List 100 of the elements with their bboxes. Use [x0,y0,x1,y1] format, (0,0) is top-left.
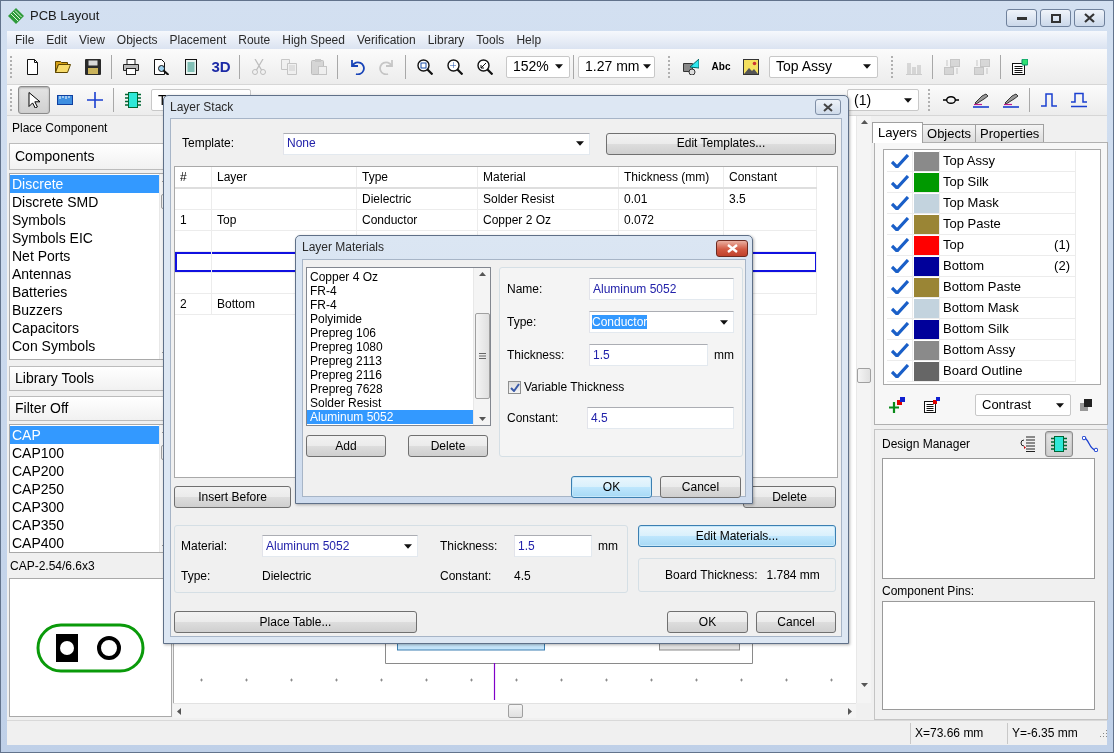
checkmark-icon [890,196,909,210]
list-item[interactable]: Prepreg 1080 [307,340,473,354]
column-header[interactable]: # [175,167,212,187]
add-button[interactable]: Add [306,435,386,457]
menu-item[interactable]: File [9,32,41,48]
scrollbar-thumb[interactable] [508,704,523,718]
scrollbar-thumb[interactable] [474,313,490,399]
scroll-up-icon[interactable] [478,272,486,276]
menu-item[interactable]: Placement [163,32,233,48]
scroll-right-icon[interactable] [848,707,852,715]
resize-grip-icon[interactable] [1100,729,1107,737]
delete-button[interactable]: Delete [743,486,836,508]
scroll-left-icon[interactable] [177,707,181,715]
caret-down-icon [1056,402,1064,408]
template-dropdown[interactable]: None [283,132,590,155]
field-label: Board Thickness: [665,567,758,583]
menu-item[interactable]: Edit [40,32,74,48]
thickness-input[interactable]: 1.5 [514,535,592,557]
minimize-button[interactable] [1006,9,1037,27]
column-header[interactable]: Layer [212,167,357,187]
layer-properties-icon[interactable] [924,397,940,413]
list-item[interactable]: Copper 4 Oz [307,270,473,284]
list-item[interactable]: Solder Resist [307,396,473,410]
list-item[interactable]: Discrete SMD [10,193,159,211]
column-header[interactable]: Constant [724,167,817,187]
tab[interactable]: Layers [872,122,924,143]
select-button[interactable] [18,86,50,114]
maximize-button[interactable] [1040,9,1071,27]
list-item[interactable]: Prepreg 7628 [307,382,473,396]
list-item[interactable]: Capacitors [10,319,159,337]
insert-before-button[interactable]: Insert Before [174,486,291,508]
scroll-down-icon[interactable] [478,417,486,421]
dropdown[interactable]: 1.27 mm [578,55,655,78]
edit-templates-button[interactable]: Edit Templates... [606,132,836,155]
scroll-down-icon[interactable] [860,683,868,687]
close-button[interactable] [716,240,748,257]
dropdown[interactable]: 152% [506,55,570,78]
name-input[interactable]: Aluminum 5052 [589,278,734,300]
list-item[interactable]: Prepreg 2116 [307,368,473,382]
dropdown[interactable]: Top Assy [769,55,878,78]
list-item[interactable]: Batteries [10,283,159,301]
delete-button[interactable]: Delete [408,435,488,457]
close-button[interactable] [1074,9,1105,27]
tab[interactable]: Objects [922,124,977,142]
dropdown[interactable]: Contrast [975,394,1071,416]
scroll-up-icon[interactable] [860,120,868,124]
thickness-input[interactable]: 1.5 [589,344,708,366]
scrollbar[interactable] [856,116,871,703]
checkbox-label[interactable]: Variable Thickness [524,379,625,395]
table-cell: 3.5 [724,189,817,209]
scrollbar[interactable] [173,703,856,718]
menu-item[interactable]: Objects [110,32,164,48]
checkmark-icon [890,364,909,378]
add-layer-icon[interactable] [889,397,905,413]
place-table-button[interactable]: Place Table... [174,611,417,633]
edit-materials-button[interactable]: Edit Materials... [638,525,836,547]
checkbox[interactable] [508,380,521,394]
column-header[interactable]: Type [357,167,478,187]
cancel-button[interactable]: Cancel [660,476,741,498]
list-item[interactable]: Symbols [10,211,159,229]
scrollbar[interactable] [473,268,490,425]
list-item[interactable]: CAP350 [10,516,159,534]
list-item[interactable]: Symbols EIC [10,229,159,247]
list-item[interactable]: Con Symbols [10,337,159,355]
column-header[interactable]: Thickness (mm) [619,167,724,187]
list-item[interactable]: CAP400 [10,534,159,552]
list-item[interactable]: Antennas [10,265,159,283]
list-item[interactable]: CAP250 [10,480,159,498]
cancel-button[interactable]: Cancel [756,611,836,633]
menu-item[interactable]: Route [232,32,277,48]
list-item[interactable]: Net Ports [10,247,159,265]
list-item[interactable]: Prepreg 106 [307,326,473,340]
overlap-squares-icon[interactable] [1080,399,1092,411]
layer-name: Bottom Mask [943,300,1019,316]
ok-button[interactable]: OK [571,476,652,498]
list-item[interactable]: Prepreg 2113 [307,354,473,368]
material-dropdown[interactable]: Aluminum 5052 [262,535,418,557]
toolbar-button[interactable]: Abc [706,53,736,80]
scrollbar-thumb[interactable] [857,368,871,383]
list-item[interactable]: CAP100 [10,444,159,462]
toolbar-button[interactable]: 3D [206,53,236,80]
table-row[interactable]: Dielectric Solder Resist 0.01 3.5 [175,189,817,210]
table-row[interactable]: 1 Top Conductor Copper 2 Oz 0.072 [175,210,817,231]
menu-item[interactable]: Verification [350,32,422,48]
components-view-button[interactable] [1045,431,1073,457]
list-item[interactable]: Polyimide [307,312,473,326]
list-item[interactable]: CAP300 [10,498,159,516]
close-button[interactable] [815,99,841,115]
ok-button[interactable]: OK [667,611,748,633]
tab[interactable]: Properties [975,124,1045,142]
list-item[interactable]: CAP200 [10,462,159,480]
menu-item[interactable]: High Speed [276,32,351,48]
menu-item[interactable]: Tools [470,32,511,48]
column-header[interactable]: Material [478,167,619,187]
constant-input[interactable]: 4.5 [587,407,734,429]
list-item[interactable]: Buzzers [10,301,159,319]
dropdown[interactable]: (1) [847,89,919,111]
menu-item[interactable]: View [73,32,111,48]
menu-item[interactable]: Library [421,32,471,48]
menu-item[interactable]: Help [510,32,548,48]
